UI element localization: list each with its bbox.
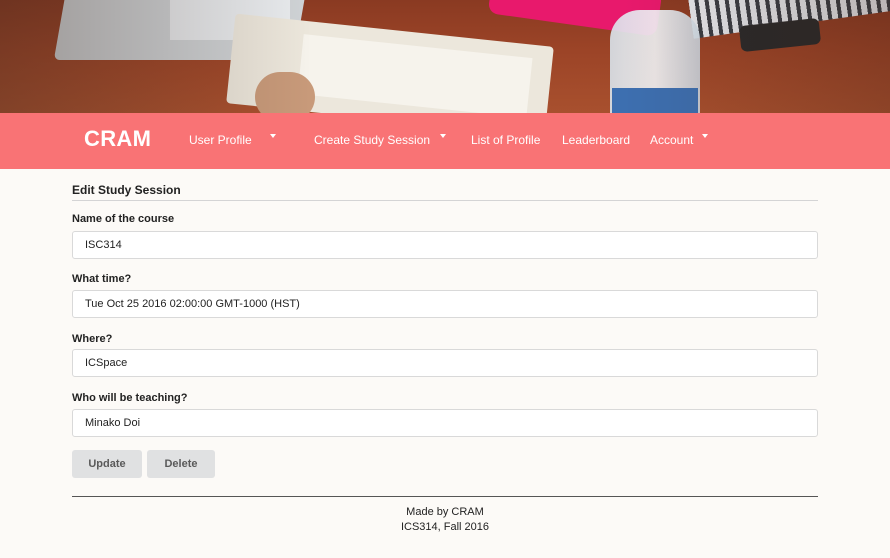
time-label: What time? [72,273,132,285]
nav-create-study-session[interactable]: Create Study Session [314,133,430,147]
title-divider [72,200,818,201]
location-input[interactable] [72,349,818,377]
course-name-input[interactable] [72,231,818,259]
update-button[interactable]: Update [72,450,142,478]
teacher-input[interactable] [72,409,818,437]
time-input[interactable] [72,290,818,318]
nav-user-profile[interactable]: User Profile [189,133,252,147]
nav-account[interactable]: Account [650,133,693,147]
hero-image [0,0,890,113]
nav-leaderboard[interactable]: Leaderboard [562,133,630,147]
teacher-label: Who will be teaching? [72,392,188,404]
brand-logo[interactable]: CRAM [84,126,151,152]
form-title: Edit Study Session [72,183,181,197]
nav-list-of-profile[interactable]: List of Profile [471,133,540,147]
delete-button[interactable]: Delete [147,450,215,478]
footer-divider [72,496,818,497]
course-name-label: Name of the course [72,213,175,225]
caret-down-icon[interactable] [440,134,446,138]
hero-shade [0,0,890,113]
location-label: Where? [72,333,113,345]
footer-credit: Made by CRAM [406,506,484,518]
top-navbar: CRAM User Profile Create Study Session L… [0,113,890,169]
caret-down-icon[interactable] [270,134,276,138]
caret-down-icon[interactable] [702,134,708,138]
footer-course: ICS314, Fall 2016 [400,521,490,533]
